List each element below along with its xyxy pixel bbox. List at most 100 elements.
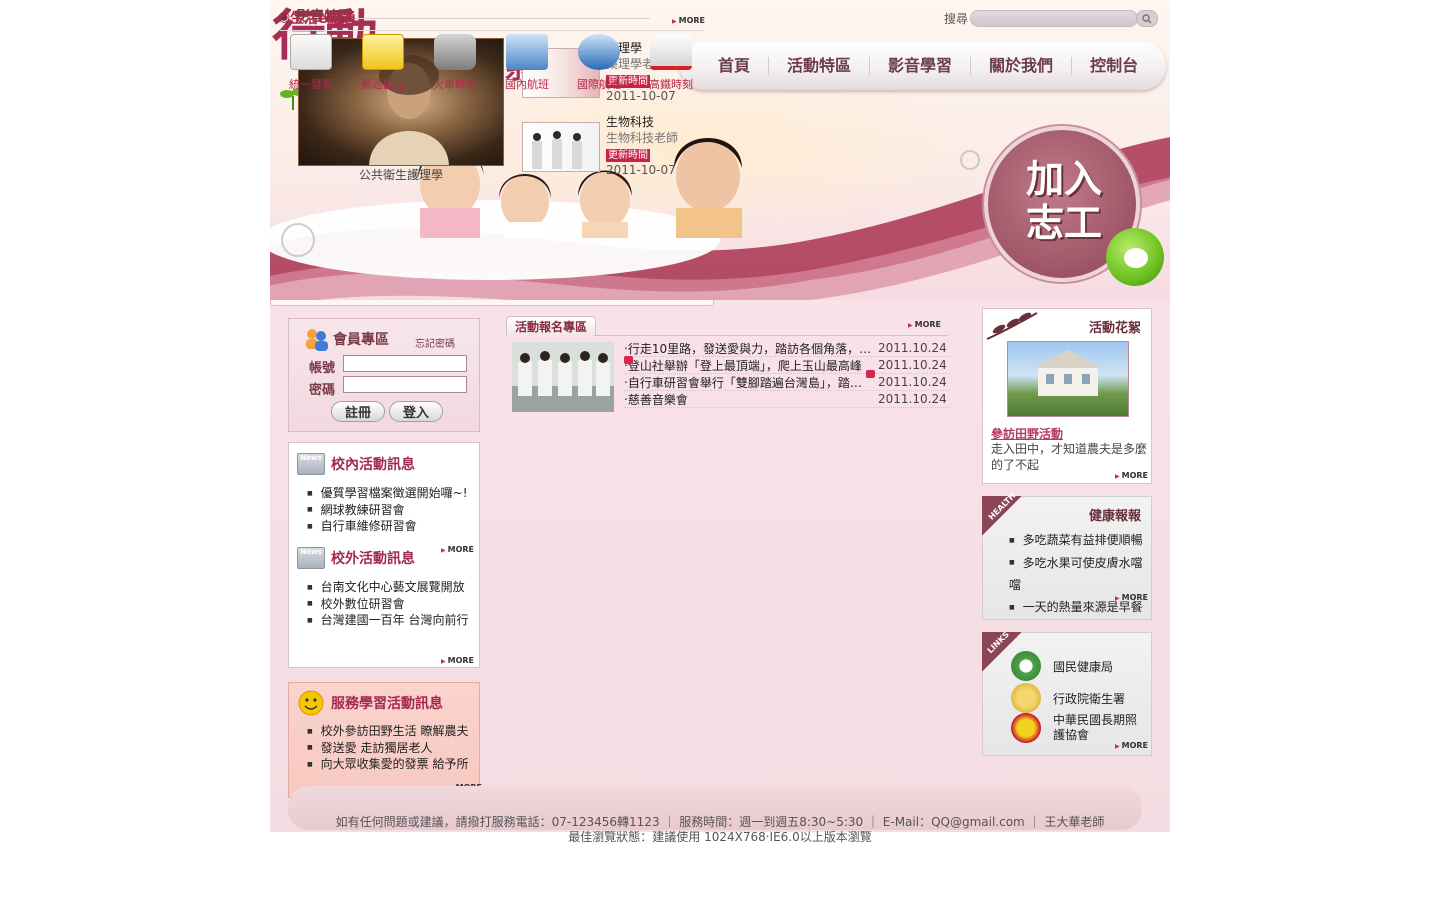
page: 行動 健康 照護系統 搜尋 首頁 活動特區 影音學習 關於我們 控制台 加 [270,0,1170,832]
life-item-label: 國內航班 [505,78,549,91]
links-panel: LINKS 國民健康局 行政院衛生署 中華民國長期照護協會 MORE [982,629,1152,756]
nav-video[interactable]: 影音學習 [870,57,972,75]
signup-row-title: ‧行走10里路，發送愛與力，踏訪各個角落，照… [624,341,878,356]
life-item-hsr[interactable]: 高鐵時刻 [636,34,706,92]
video-item-teacher: 生物科技老師 [606,131,679,145]
member-panel: 會員專區 忘記密碼 帳號 密碼 註冊 登入 [288,318,480,432]
login-button[interactable]: 登入 [389,401,443,422]
link-label: 行政院衛生署 [1053,691,1126,706]
signup-row-title: ‧自行車研習會舉行「雙腳踏遍台灣島」，踏… [624,375,862,390]
activity-photo[interactable] [1007,341,1129,417]
browser-note: 最佳瀏覽狀態：建議使用 1024X768‧IE6.0以上版本瀏覽 [568,830,872,844]
health-item[interactable]: 多吃蔬菜有益排便順暢 [1009,529,1149,552]
service-panel: 服務學習活動訊息 校外參訪田野生活 瞭解農夫 發送愛 走訪獨居老人 向大眾收集愛… [288,682,482,798]
campus-news-header: News 校內活動訊息 [297,453,415,475]
bullet-icon: ◉ [278,9,291,25]
nav-console[interactable]: 控制台 [1072,57,1156,75]
life-item-label: 國際航班 [577,78,621,91]
life-item-invoice[interactable]: 統一發票 [276,34,346,92]
life-title: 生活e點通 [290,11,356,27]
links-more[interactable]: MORE [1115,741,1148,750]
link-item[interactable]: 中華民國長期照護協會 [1011,713,1147,743]
service-news-list: 校外參訪田野生活 瞭解農夫 發送愛 走訪獨居老人 向大眾收集愛的發票 給予所 [307,723,477,773]
video-thumb-biotech[interactable] [522,122,600,172]
signup-row-title: ‧慈善音樂會 [624,392,688,407]
service-news-item[interactable]: 校外參訪田野生活 瞭解農夫 [307,723,477,740]
search-button[interactable] [1136,10,1158,27]
activity-photos-title: 活動花絮 [1088,321,1141,336]
volunteer-label: 加入志工 [1025,159,1102,245]
video-more[interactable]: MORE [672,16,705,25]
envelope-icon [362,34,404,70]
offcampus-news-item[interactable]: 台灣建國一百年 台灣向前行 [307,612,473,629]
health-title: 健康報報 [1088,509,1141,524]
link-label: 中華民國長期照護協會 [1053,713,1138,742]
video-caption: 公共衛生護理學 [358,168,443,182]
life-item-domestic-flight[interactable]: 國內航班 [492,34,562,92]
register-button[interactable]: 註冊 [331,401,385,422]
signup-row-title: ‧登山社舉辦「登上最頂端」，爬上玉山最高峰 [624,358,862,373]
service-news-item[interactable]: 向大眾收集愛的發票 給予所 [307,756,477,773]
high-speed-rail-icon [650,34,692,70]
health-item[interactable]: 多吃水果可使皮膚水噹噹 [1009,552,1149,597]
health-more[interactable]: MORE [1115,593,1148,602]
campus-news-item[interactable]: 優質學習檔案徵選開始囉~! [307,485,473,502]
news-panel: News 校內活動訊息 優質學習檔案徵選開始囉~! 網球教練研習會 自行車維修研… [288,442,480,668]
service-news-header: 服務學習活動訊息 [297,689,443,717]
nav-about[interactable]: 關於我們 [971,57,1073,75]
signup-tab[interactable]: 活動報名專區 [506,316,597,336]
forgot-password-link[interactable]: 忘記密碼 [415,335,455,350]
signup-row[interactable]: ‧自行車研習會舉行「雙腳踏遍台灣島」，踏… 2011.10.24 [624,374,950,391]
update-badge: 更新時間 [606,149,650,162]
offcampus-news-title: 校外活動訊息 [331,551,415,567]
campus-news-list: 優質學習檔案徵選開始囉~! 網球教練研習會 自行車維修研習會 [307,485,473,535]
offcampus-news-list: 台南文化中心藝文展覽開放 校外數位研習會 台灣建國一百年 台灣向前行 [307,579,473,629]
house-image [1034,350,1102,396]
password-input[interactable] [343,376,467,393]
signup-row[interactable]: ‧行走10里路，發送愛與力，踏訪各個角落，照… 2011.10.24 [624,340,950,357]
tab-rule [594,335,948,336]
video-item-date: 2011-10-07 [606,163,676,177]
nav-activities[interactable]: 活動特區 [769,57,871,75]
offcampus-news-item[interactable]: 台南文化中心藝文展覽開放 [307,579,473,596]
search-input[interactable] [970,10,1138,27]
offcampus-news-header: News 校外活動訊息 [297,547,415,569]
service-news-item[interactable]: 發送愛 走訪獨居老人 [307,740,477,757]
life-item-label: 火車時刻 [433,78,477,91]
signup-row[interactable]: ‧登山社舉辦「登上最頂端」，爬上玉山最高峰 2011.10.24 [624,357,950,374]
newspaper-icon: News [297,547,325,569]
search-icon [1142,13,1152,23]
links-corner-label: LINKS [985,629,1012,656]
life-item-zipcode[interactable]: 郵遞區號 [348,34,418,92]
signup-list: ‧行走10里路，發送愛與力，踏訪各個角落，照… 2011.10.24 ‧登山社舉… [624,340,950,408]
new-badge-icon [624,356,633,364]
airplane-icon [506,34,548,70]
smiley-icon [298,690,324,716]
life-item-label: 統一發票 [289,78,333,91]
campus-news-title: 校內活動訊息 [331,457,415,473]
link-item[interactable]: 國民健康局 [1011,651,1113,681]
train-icon [434,34,476,70]
activity-link[interactable]: 參訪田野活動 [991,425,1063,442]
activity-photos-panel: 活動花絮 參訪田野活動 走入田中，才知道農夫是多麼的了不起 MORE [982,308,1152,484]
campus-news-item[interactable]: 自行車維修研習會 [307,518,473,535]
offcampus-news-more[interactable]: MORE [441,656,474,665]
link-item[interactable]: 行政院衛生署 [1011,683,1125,713]
signup-row[interactable]: ‧慈善音樂會 2011.10.24 [624,391,950,408]
life-item-intl-flight[interactable]: 國際航班 [564,34,634,92]
activity-photos-more[interactable]: MORE [1115,471,1148,480]
signup-row-date: 2011.10.24 [878,375,947,389]
long-term-care-logo-icon [1011,713,1041,743]
account-input[interactable] [343,355,467,372]
globe-airplane-icon [578,34,620,70]
campus-news-item[interactable]: 網球教練研習會 [307,502,473,519]
video-item-title[interactable]: 生物科技 [606,114,678,130]
offcampus-news-item[interactable]: 校外數位研習會 [307,596,473,613]
member-title: 會員專區 [333,332,389,348]
life-rule [280,30,704,31]
life-item-train[interactable]: 火車時刻 [420,34,490,92]
nav-home[interactable]: 首頁 [700,57,770,75]
signup-more[interactable]: MORE [908,320,941,329]
invoice-icon [290,34,332,70]
campus-news-more[interactable]: MORE [441,545,474,554]
